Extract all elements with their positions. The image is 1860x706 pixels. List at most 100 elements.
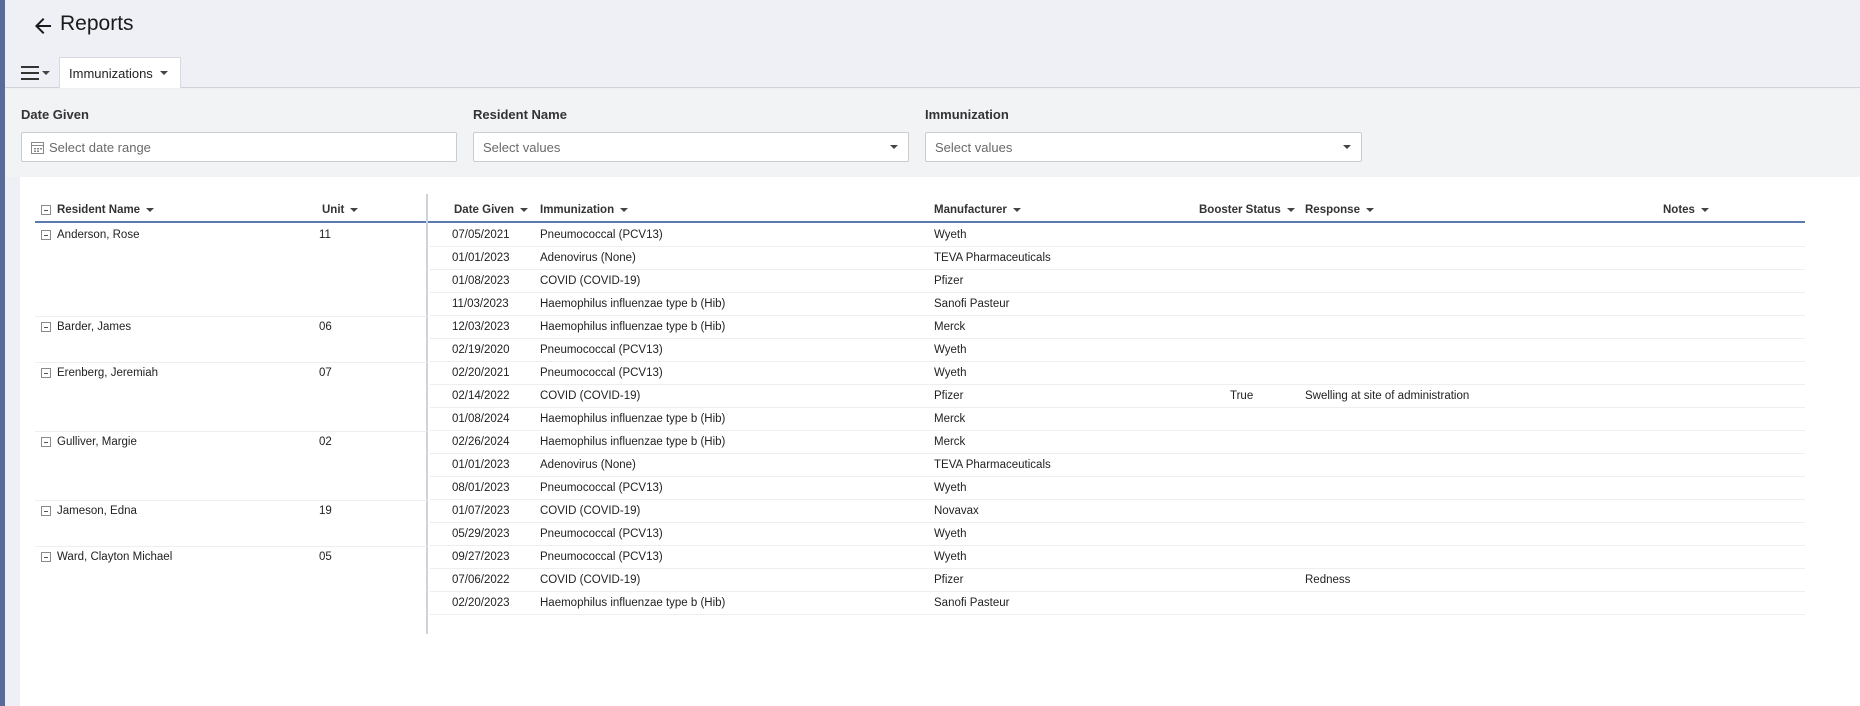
cell-date-given: 02/20/2021 <box>452 367 510 379</box>
column-header-resident-name[interactable]: Resident Name <box>41 199 155 221</box>
table-row[interactable]: 01/07/2023 COVID (COVID-19) Novavax <box>430 500 1805 523</box>
table-row[interactable]: 02/20/2023 Haemophilus influenzae type b… <box>430 592 1805 615</box>
collapse-icon[interactable] <box>41 230 51 240</box>
resident-name: Anderson, Rose <box>57 229 140 241</box>
sort-caret-icon <box>1365 208 1374 212</box>
cell-manufacturer: Wyeth <box>934 482 967 494</box>
cell-manufacturer: Sanofi Pasteur <box>934 597 1010 609</box>
cell-date-given: 12/03/2023 <box>452 321 510 333</box>
cell-manufacturer: TEVA Pharmaceuticals <box>934 252 1051 264</box>
report-grid: Resident Name Unit Date Given Immunizati… <box>20 177 1860 706</box>
sort-caret-icon <box>1700 208 1709 212</box>
cell-manufacturer: Wyeth <box>934 551 967 563</box>
collapse-icon[interactable] <box>41 322 51 332</box>
table-row[interactable]: 07/06/2022 COVID (COVID-19) Pfizer Redne… <box>430 569 1805 592</box>
column-header-booster-status[interactable]: Booster Status <box>1199 199 1295 221</box>
table-row[interactable]: 01/08/2023 COVID (COVID-19) Pfizer <box>430 270 1805 293</box>
collapse-all-icon[interactable] <box>41 205 51 215</box>
cell-immunization: Haemophilus influenzae type b (Hib) <box>540 413 726 425</box>
sort-caret-icon <box>146 208 155 212</box>
column-header-unit[interactable]: Unit <box>322 199 359 221</box>
filter-label-immunization: Immunization <box>925 107 1009 122</box>
cell-manufacturer: Wyeth <box>934 344 967 356</box>
table-row[interactable]: 11/03/2023 Haemophilus influenzae type b… <box>430 293 1805 316</box>
collapse-icon[interactable] <box>41 368 51 378</box>
column-header-immunization[interactable]: Immunization <box>540 199 629 221</box>
cell-manufacturer: Wyeth <box>934 528 967 540</box>
table-row[interactable]: 09/27/2023 Pneumococcal (PCV13) Wyeth <box>430 546 1805 569</box>
resident-name-select[interactable]: Select values <box>473 132 909 162</box>
column-header-date-given[interactable]: Date Given <box>454 199 529 221</box>
sort-caret-icon <box>1012 208 1021 212</box>
table-row[interactable]: 02/20/2021 Pneumococcal (PCV13) Wyeth <box>430 362 1805 385</box>
menu-button[interactable] <box>15 60 55 86</box>
resident-name-placeholder: Select values <box>483 139 561 155</box>
immunization-placeholder: Select values <box>935 139 1013 155</box>
back-arrow-icon[interactable] <box>31 14 55 38</box>
cell-manufacturer: Pfizer <box>934 275 964 287</box>
cell-immunization: Haemophilus influenzae type b (Hib) <box>540 321 726 333</box>
group-row: Anderson, Rose 11 <box>35 224 427 247</box>
table-row[interactable]: 01/01/2023 Adenovirus (None) TEVA Pharma… <box>430 454 1805 477</box>
column-header-notes[interactable]: Notes <box>1663 199 1709 221</box>
table-row[interactable]: 12/03/2023 Haemophilus influenzae type b… <box>430 316 1805 339</box>
collapse-icon[interactable] <box>41 437 51 447</box>
column-header-label: Resident Name <box>57 204 141 216</box>
table-row[interactable]: 07/05/2021 Pneumococcal (PCV13) Wyeth <box>430 224 1805 247</box>
cell-manufacturer: Merck <box>934 436 966 448</box>
resident-unit: 05 <box>319 551 332 563</box>
cell-immunization: COVID (COVID-19) <box>540 275 641 287</box>
resident-unit: 02 <box>319 436 332 448</box>
group-row: Gulliver, Margie 02 <box>35 431 427 454</box>
column-header-response[interactable]: Response <box>1305 199 1374 221</box>
table-row[interactable]: 02/14/2022 COVID (COVID-19) Pfizer True … <box>430 385 1805 408</box>
cell-booster-status: True <box>1230 390 1254 402</box>
date-range-input[interactable]: Select date range <box>21 132 457 162</box>
column-header-manufacturer[interactable]: Manufacturer <box>934 199 1021 221</box>
cell-manufacturer: Merck <box>934 321 966 333</box>
table-row[interactable]: 02/19/2020 Pneumococcal (PCV13) Wyeth <box>430 339 1805 362</box>
column-header-label: Immunization <box>540 204 615 216</box>
cell-response: Redness <box>1305 574 1351 586</box>
page-title: Reports <box>60 12 134 35</box>
cell-manufacturer: Wyeth <box>934 229 967 241</box>
cell-date-given: 08/01/2023 <box>452 482 510 494</box>
cell-date-given: 02/14/2022 <box>452 390 510 402</box>
cell-date-given: 02/26/2024 <box>452 436 510 448</box>
tab-immunizations[interactable]: Immunizations <box>59 57 181 88</box>
column-header-label: Notes <box>1663 204 1695 216</box>
cell-date-given: 02/20/2023 <box>452 597 510 609</box>
cell-immunization: Haemophilus influenzae type b (Hib) <box>540 298 726 310</box>
immunization-select[interactable]: Select values <box>925 132 1362 162</box>
resident-unit: 11 <box>319 229 331 241</box>
sort-caret-icon <box>520 208 529 212</box>
menu-caret-icon <box>42 71 50 75</box>
cell-immunization: Adenovirus (None) <box>540 252 636 264</box>
cell-immunization: Pneumococcal (PCV13) <box>540 344 663 356</box>
cell-date-given: 11/03/2023 <box>452 298 509 310</box>
collapse-icon[interactable] <box>41 506 51 516</box>
table-row[interactable]: 08/01/2023 Pneumococcal (PCV13) Wyeth <box>430 477 1805 500</box>
cell-date-given: 01/07/2023 <box>452 505 510 517</box>
cell-immunization: Pneumococcal (PCV13) <box>540 482 663 494</box>
resident-unit: 06 <box>319 321 332 333</box>
table-row[interactable]: 01/01/2023 Adenovirus (None) TEVA Pharma… <box>430 247 1805 270</box>
table-row[interactable]: 05/29/2023 Pneumococcal (PCV13) Wyeth <box>430 523 1805 546</box>
cell-response: Swelling at site of administration <box>1305 390 1470 402</box>
column-header-label: Manufacturer <box>934 204 1007 216</box>
filter-label-date-given: Date Given <box>21 107 89 122</box>
cell-date-given: 01/01/2023 <box>452 459 510 471</box>
table-row[interactable]: 02/26/2024 Haemophilus influenzae type b… <box>430 431 1805 454</box>
cell-manufacturer: TEVA Pharmaceuticals <box>934 459 1051 471</box>
resident-name: Ward, Clayton Michael <box>57 551 173 563</box>
cell-immunization: Haemophilus influenzae type b (Hib) <box>540 597 726 609</box>
cell-date-given: 09/27/2023 <box>452 551 510 563</box>
cell-date-given: 02/19/2020 <box>452 344 510 356</box>
tab-label: Immunizations <box>69 65 153 81</box>
cell-manufacturer: Pfizer <box>934 390 964 402</box>
table-row[interactable]: 01/08/2024 Haemophilus influenzae type b… <box>430 408 1805 431</box>
group-row: Erenberg, Jeremiah 07 <box>35 362 427 385</box>
resident-unit: 07 <box>319 367 332 379</box>
sort-caret-icon <box>1286 208 1295 212</box>
collapse-icon[interactable] <box>41 552 51 562</box>
